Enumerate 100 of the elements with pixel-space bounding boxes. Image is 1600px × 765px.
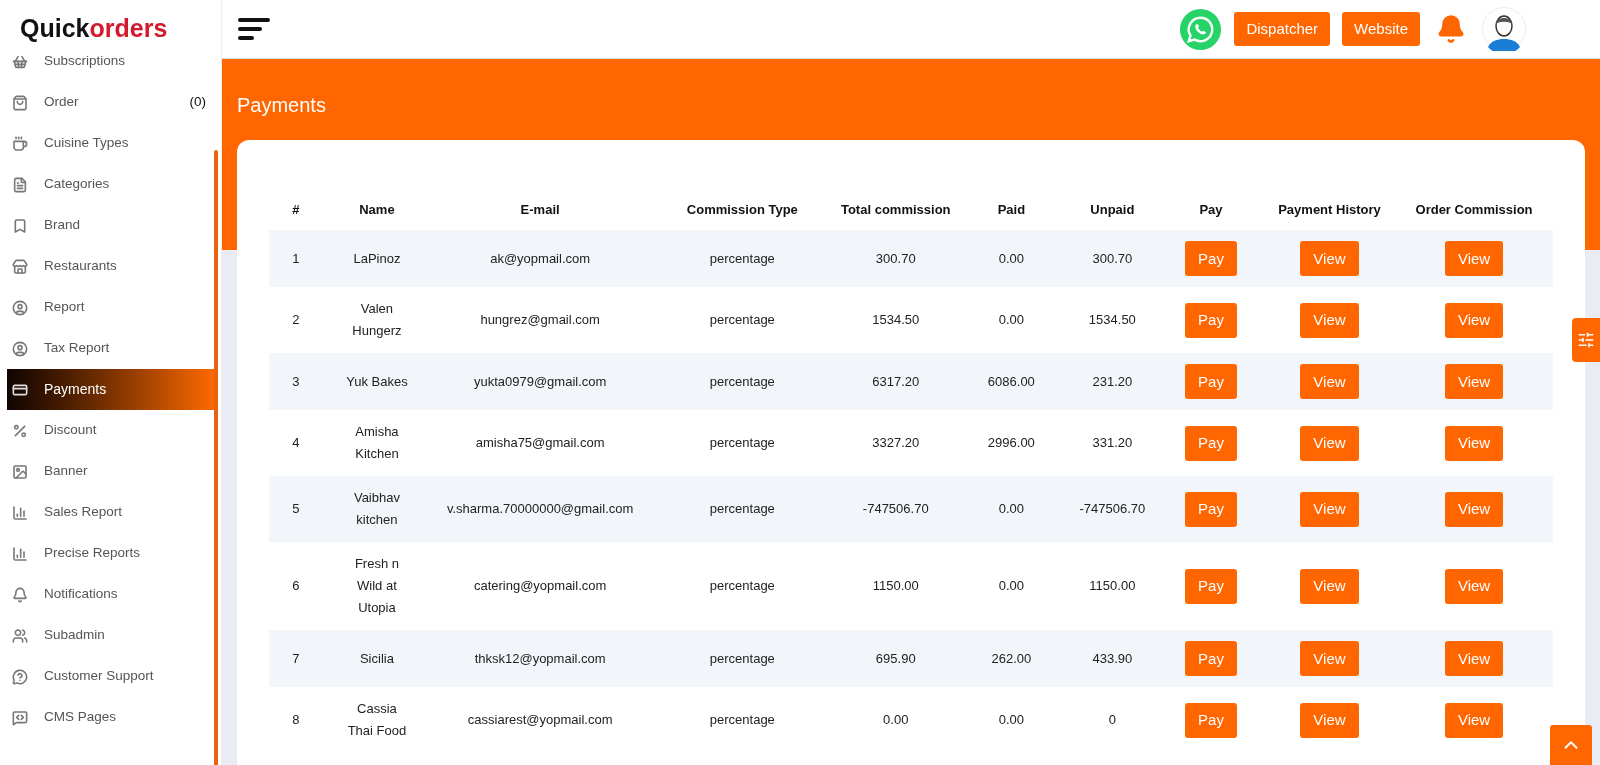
pay-button[interactable]: Pay [1185,241,1237,276]
chart-icon [12,545,28,562]
sidebar-label: Discount [44,421,98,440]
sidebar-label: Categories [44,175,111,194]
table-cell: ak@yopmail.com [490,250,591,266]
column-header: Commission Type [649,190,836,230]
table-cell: 7 [292,650,300,666]
table-cell: 1534.50 [1088,312,1136,327]
sidebar-label: CMS Pages [44,708,118,727]
table-cell: 1 [292,250,300,266]
view-button[interactable]: View [1444,702,1504,738]
table-cell: 0.00 [998,578,1024,593]
settings-button[interactable] [1572,318,1600,362]
sidebar-label: Subadmin [44,626,106,645]
table-cell: 8 [292,712,300,727]
sidebar-item[interactable]: Restaurants [7,246,214,287]
table-cell-text: Fresh n Wild at Utopia [353,555,400,617]
sidebar-item[interactable]: CMS Pages [7,697,214,738]
sidebar-item[interactable]: Order (0) [7,82,214,123]
sidebar-item[interactable]: Discount [7,410,214,451]
sidebar-label: Brand [44,216,82,235]
logo[interactable]: Quickorders [20,15,168,41]
pay-button[interactable]: Pay [1185,641,1237,676]
view-button[interactable]: View [1300,425,1359,461]
table-cell: 1150.00 [1089,578,1136,593]
sidebar-label: Precise Reports [44,544,142,563]
table-cell: 3 [292,373,300,389]
scrollbar-thumb[interactable] [214,150,218,765]
avatar-icon[interactable] [1482,7,1526,51]
pay-button[interactable]: Pay [1185,568,1237,604]
view-button[interactable]: View [1300,364,1359,399]
sidebar-item[interactable]: Categories [7,164,214,205]
table-cell: 6317.20 [872,373,920,389]
view-button[interactable]: View [1300,302,1359,338]
sidebar-item[interactable]: Customer Support [7,656,214,697]
pay-button[interactable]: Pay [1185,702,1237,738]
table-cell-text: Yuk Bakes [345,372,409,391]
header-button[interactable]: Website [1342,12,1420,46]
table-cell: 0 [1108,712,1116,727]
chart-icon [12,504,28,521]
sidebar-item[interactable]: Tax Report [7,328,214,369]
image-icon [12,463,28,480]
view-button[interactable]: View [1300,241,1359,276]
table-cell: percentage [709,312,775,327]
table-cell: 0.00 [998,250,1024,266]
sidebar-item[interactable]: Report [7,287,214,328]
table-cell: catering@yopmail.com [473,578,607,593]
view-button[interactable]: View [1300,702,1359,738]
view-button[interactable]: View [1444,491,1504,527]
chat-icon[interactable] [1179,7,1223,51]
view-button[interactable]: View [1444,302,1504,338]
sidebar-item[interactable]: Subscriptions [7,56,214,82]
view-button[interactable]: View [1444,241,1504,276]
sidebar-item[interactable]: Banner [7,451,214,492]
table-cell: 2996.00 [987,435,1035,450]
sidebar-label: Cuisine Types [44,134,130,153]
pay-button[interactable]: Pay [1185,302,1237,338]
view-button[interactable]: View [1300,568,1359,604]
view-button[interactable]: View [1444,641,1504,676]
code-icon [12,709,28,726]
pay-button[interactable]: Pay [1185,491,1237,527]
view-button[interactable]: View [1444,425,1504,461]
sidebar-label: Subscriptions [44,56,127,71]
table-cell: thksk12@yopmail.com [474,650,606,666]
sidebar-label: Tax Report [44,339,111,358]
bell-icon [12,586,28,603]
sidebar-item[interactable]: Brand [7,205,214,246]
view-button[interactable]: View [1300,491,1359,527]
table-cell: cassiarest@yopmail.com [467,712,613,727]
table-cell: 300.70 [1092,250,1133,266]
view-button[interactable]: View [1444,364,1504,399]
view-button[interactable]: View [1300,641,1359,676]
table-cell-text: Cassia Thai Food [346,700,408,740]
column-header: Total commission [835,190,957,230]
pay-button[interactable]: Pay [1185,364,1237,399]
sidebar-item[interactable]: Precise Reports [7,533,214,574]
header-button[interactable]: Dispatcher [1234,12,1331,46]
notification-icon[interactable] [1436,14,1466,44]
menu-icon[interactable] [238,17,270,41]
sidebar-item[interactable]: Subadmin [7,615,214,656]
bag-icon [12,94,28,111]
scroll-top-button[interactable] [1550,725,1592,765]
table-cell: 5 [292,501,300,516]
table-cell: yukta0979@gmail.com [473,373,607,389]
view-button[interactable]: View [1444,568,1504,604]
help-icon [12,668,28,685]
sidebar-item[interactable]: Notifications [7,574,214,615]
sidebar-label: Customer Support [44,667,155,686]
sidebar-item[interactable]: Cuisine Types [7,123,214,164]
user-circle-icon [12,340,28,357]
table-cell: 0.00 [998,712,1024,727]
table-cell: 1534.50 [872,312,920,327]
table-cell: 1150.00 [872,578,919,593]
table-cell: 2 [292,312,300,327]
pay-button[interactable]: Pay [1185,425,1237,461]
table-cell: percentage [709,435,775,450]
table-cell: percentage [709,501,775,516]
sidebar-item[interactable]: Sales Report [7,492,214,533]
sidebar-label: Report [44,298,86,317]
sidebar-item[interactable]: Payments [7,369,215,410]
